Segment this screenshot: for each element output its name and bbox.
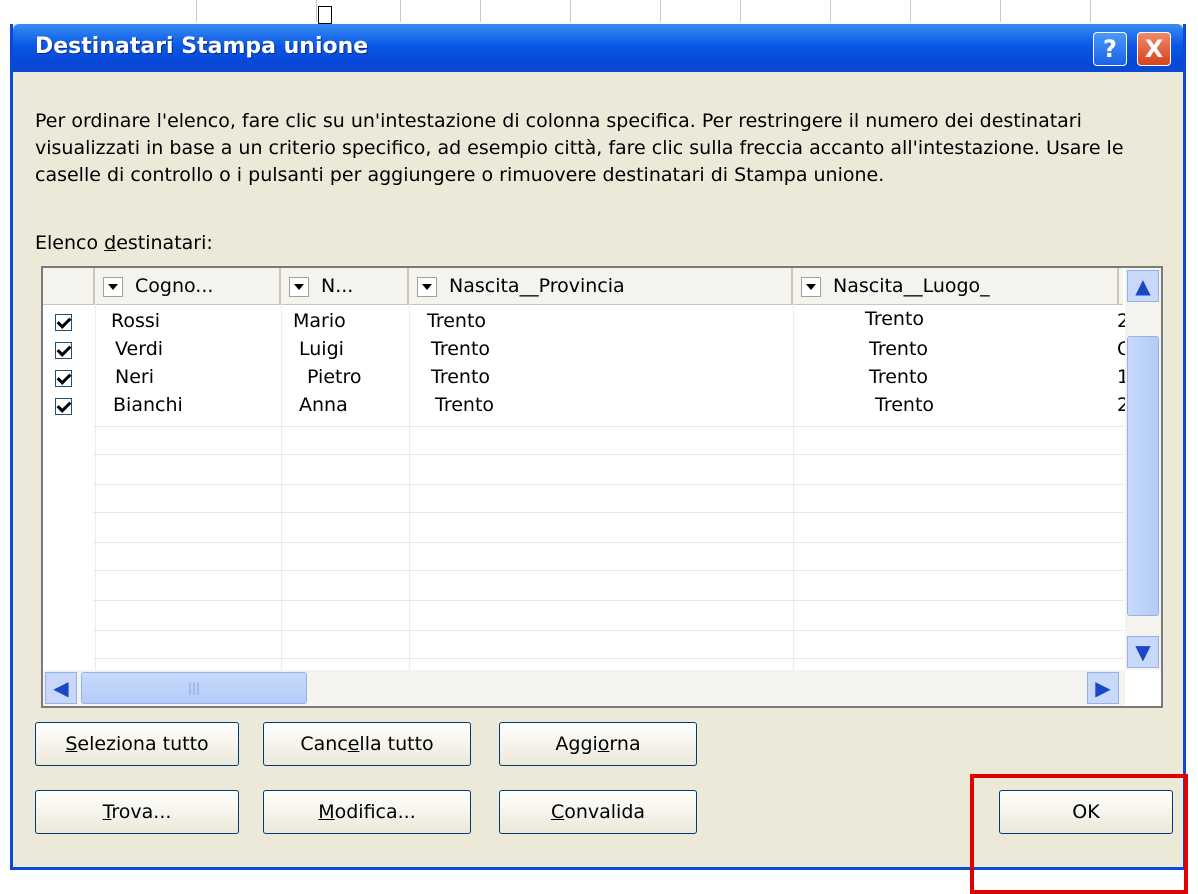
scroll-down-icon[interactable]: ▼ bbox=[1127, 636, 1159, 668]
cell-nome: Mario bbox=[293, 310, 346, 332]
bg-cell bbox=[740, 0, 831, 22]
row-divider bbox=[93, 512, 1123, 513]
include-checkbox[interactable] bbox=[55, 342, 72, 359]
include-checkbox[interactable] bbox=[55, 398, 72, 415]
refresh-button[interactable]: Aggiorna bbox=[499, 722, 697, 766]
horizontal-scrollbar[interactable]: ◀ ||| ▶ bbox=[43, 670, 1125, 706]
cell-provincia: Trento bbox=[431, 366, 491, 388]
column-header-nascita-luogo[interactable]: Nascita__Luogo_ bbox=[793, 268, 1119, 304]
mail-merge-recipients-dialog: Destinatari Stampa unione ? X Per ordina… bbox=[10, 24, 1186, 870]
row-divider bbox=[93, 484, 1123, 485]
cell-luogo: Trento bbox=[865, 308, 925, 330]
chevron-down-icon[interactable] bbox=[417, 276, 437, 297]
cell-nome: Anna bbox=[299, 394, 348, 416]
bg-cell bbox=[660, 0, 741, 22]
recipient-list-label: Elenco destinatari: bbox=[35, 232, 213, 254]
row-divider bbox=[93, 630, 1123, 631]
table-row[interactable]: Neri Pietro Trento Trento 1 bbox=[43, 364, 1129, 394]
close-icon[interactable]: X bbox=[1137, 32, 1171, 66]
cell-nome: Pietro bbox=[307, 366, 362, 388]
bg-cell bbox=[480, 0, 571, 22]
column-header-cognome[interactable]: Cogno... bbox=[95, 268, 281, 304]
cell-luogo: Trento bbox=[875, 394, 935, 416]
cell-provincia: Trento bbox=[431, 338, 491, 360]
table-row[interactable]: Rossi Mario Trento Trento 2 bbox=[43, 308, 1129, 338]
include-checkbox[interactable] bbox=[55, 314, 72, 331]
title-bar[interactable]: Destinatari Stampa unione ? X bbox=[13, 24, 1183, 72]
column-header-nascita-provincia[interactable]: Nascita__Provincia bbox=[409, 268, 793, 304]
clear-all-button[interactable]: Cancella tutto bbox=[263, 722, 471, 766]
scroll-up-icon[interactable]: ▲ bbox=[1127, 270, 1159, 302]
dialog-title: Destinatari Stampa unione bbox=[35, 34, 369, 59]
row-divider bbox=[93, 600, 1123, 601]
bg-cell bbox=[400, 0, 481, 22]
cell-cognome: Rossi bbox=[111, 310, 161, 332]
row-divider bbox=[93, 542, 1123, 543]
bg-cell bbox=[570, 0, 661, 22]
cell-provincia: Trento bbox=[435, 394, 495, 416]
help-icon[interactable]: ? bbox=[1093, 32, 1127, 66]
scroll-right-icon[interactable]: ▶ bbox=[1087, 672, 1119, 704]
vertical-scrollbar[interactable]: ▲ ▼ bbox=[1125, 268, 1161, 670]
cell-cognome: Bianchi bbox=[113, 394, 183, 416]
cell-nome: Luigi bbox=[299, 338, 344, 360]
select-all-button[interactable]: Seleziona tutto bbox=[35, 722, 239, 766]
include-checkbox[interactable] bbox=[55, 370, 72, 387]
cell-cursor-icon bbox=[318, 6, 332, 24]
edit-button[interactable]: Modifica... bbox=[263, 790, 471, 834]
background-spreadsheet-strip bbox=[0, 0, 1198, 22]
cell-luogo: Trento bbox=[869, 338, 929, 360]
cell-luogo: Trento bbox=[869, 366, 929, 388]
cell-cognome: Neri bbox=[115, 366, 154, 388]
row-divider bbox=[93, 454, 1123, 455]
bg-cell bbox=[1000, 0, 1091, 22]
checkbox-column-header[interactable] bbox=[43, 268, 95, 304]
validate-button[interactable]: Convalida bbox=[499, 790, 697, 834]
bg-cell bbox=[196, 0, 317, 22]
find-button[interactable]: Trova... bbox=[35, 790, 239, 834]
horizontal-scroll-thumb[interactable]: ||| bbox=[81, 672, 307, 704]
column-header-nome[interactable]: N... bbox=[281, 268, 409, 304]
column-header-row: Cogno... N... Nascita__Provincia Nascita… bbox=[43, 268, 1123, 305]
row-divider bbox=[93, 426, 1123, 427]
recipient-list[interactable]: Cogno... N... Nascita__Provincia Nascita… bbox=[41, 266, 1163, 708]
chevron-down-icon[interactable] bbox=[289, 276, 309, 297]
table-row[interactable]: Verdi Luigi Trento Trento C bbox=[43, 336, 1130, 366]
bg-cell bbox=[0, 0, 197, 22]
instructions-text: Per ordinare l'elenco, fare clic su un'i… bbox=[35, 110, 1124, 186]
annotation-highlight-box bbox=[970, 774, 1188, 894]
vertical-scroll-thumb[interactable] bbox=[1127, 336, 1159, 616]
bg-cell bbox=[330, 0, 401, 22]
cell-cognome: Verdi bbox=[115, 338, 164, 360]
scroll-left-icon[interactable]: ◀ bbox=[45, 672, 77, 704]
bg-cell bbox=[910, 0, 1001, 22]
cell-provincia: Trento bbox=[427, 310, 487, 332]
row-divider bbox=[93, 658, 1123, 659]
chevron-down-icon[interactable] bbox=[103, 276, 123, 297]
chevron-down-icon[interactable] bbox=[801, 276, 821, 297]
row-divider bbox=[93, 570, 1123, 571]
table-row[interactable]: Bianchi Anna Trento Trento 2 bbox=[43, 392, 1129, 422]
bg-cell bbox=[830, 0, 911, 22]
